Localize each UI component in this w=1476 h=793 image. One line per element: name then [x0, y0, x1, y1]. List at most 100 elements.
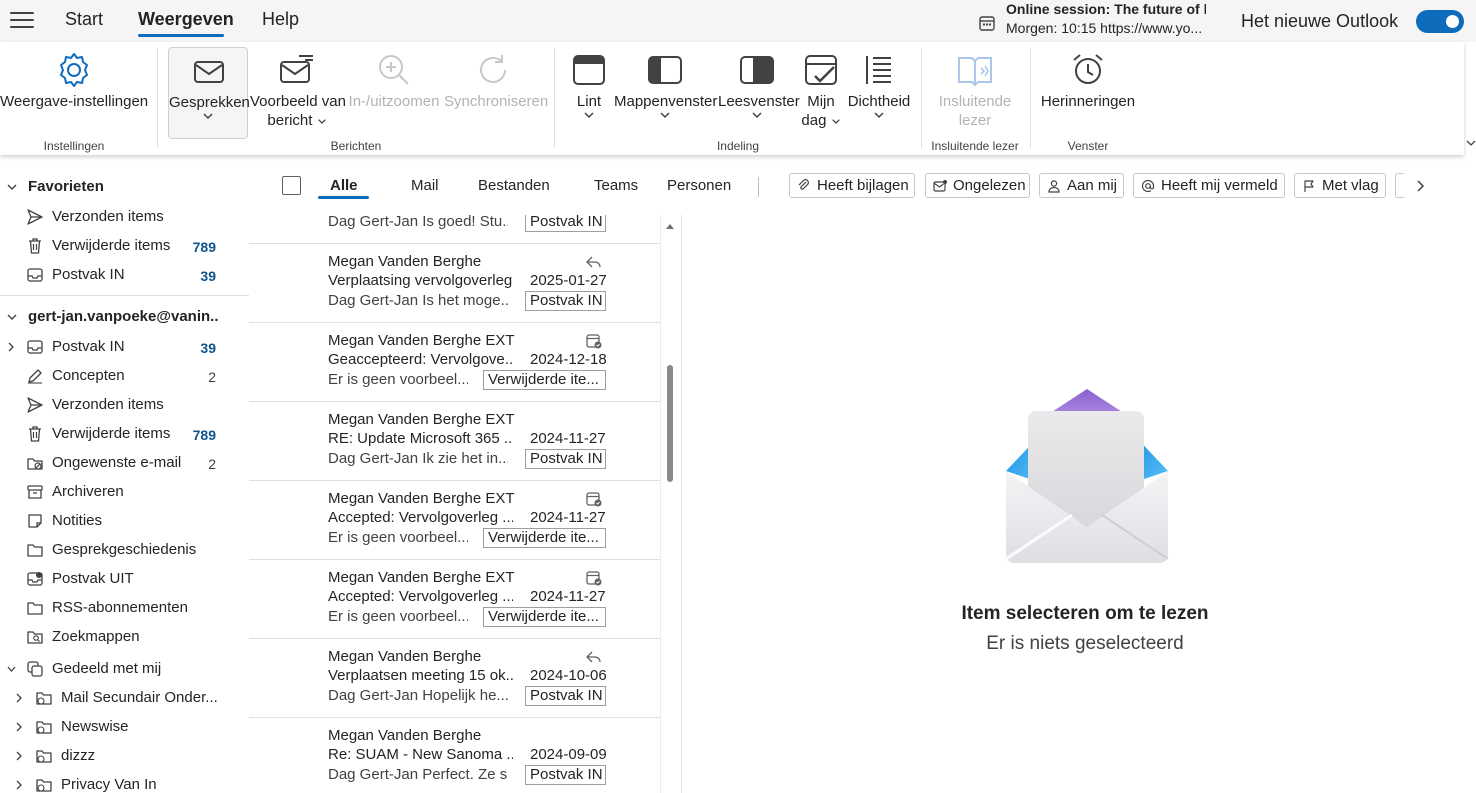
sidebar-item-favorite-deleted[interactable]: Verwijderde items 789 [0, 231, 249, 260]
upcoming-meeting-title[interactable]: Online session: The future of l... [1006, 1, 1206, 17]
sidebar-item-notes[interactable]: Notities [0, 506, 249, 535]
sidebar-item-search-folders[interactable]: Zoekmappen [0, 622, 249, 651]
sidebar-item-archive[interactable]: Archiveren [0, 477, 249, 506]
shared-folder-icon [26, 660, 44, 678]
chevron-down-icon [7, 312, 17, 322]
message-date: 2024-12-18 [530, 351, 607, 368]
ribbon-group-messages: Berichten [330, 139, 382, 153]
message-preview: Dag Gert-Jan Perfect. Ze s... [328, 766, 508, 783]
tab-files[interactable]: Bestanden [478, 177, 550, 194]
sidebar-item-favorite-inbox[interactable]: Postvak IN 39 [0, 260, 249, 289]
envelope-preview-icon [277, 50, 317, 90]
search-folder-icon [26, 628, 44, 646]
message-row[interactable]: Dag Gert-Jan Is goed! Stu... Postvak IN [249, 215, 660, 244]
empty-state-subtitle: Er is niets geselecteerd [986, 633, 1184, 654]
sidebar-item-label: Ongewenste e-mail [52, 454, 182, 471]
filter-to-me[interactable]: Aan mij [1039, 173, 1124, 198]
conversations-button[interactable]: Gesprekken [168, 47, 250, 139]
filter-label: Met vlag [1322, 177, 1379, 194]
item-count: 2 [208, 456, 216, 472]
calendar-accepted-icon [585, 569, 603, 587]
sidebar-item-label: Postvak UIT [52, 570, 134, 587]
sidebar-item-shared-mail-secundair[interactable]: Mail Secundair Onder... [0, 683, 249, 712]
sidebar-item-shared-newswise[interactable]: Newswise [0, 712, 249, 741]
chevron-down-icon [874, 112, 884, 119]
chevron-right-icon[interactable] [15, 751, 24, 761]
scrollbar-thumb[interactable] [667, 365, 673, 482]
sidebar-item-rss[interactable]: RSS-abonnementen [0, 593, 249, 622]
sidebar-item-junk[interactable]: Ongewenste e-mail 2 [0, 448, 249, 477]
filter-has-attachments[interactable]: Heeft bijlagen [789, 173, 915, 198]
tab-people[interactable]: Personen [667, 177, 731, 194]
message-row[interactable]: Megan Vanden Berghe Verplaatsing vervolg… [249, 244, 660, 323]
message-subject: RE: Update Microsoft 365 ... [328, 430, 513, 447]
unread-count: 39 [200, 340, 216, 356]
message-row[interactable]: Megan Vanden Berghe Verplaatsen meeting … [249, 639, 660, 718]
sidebar-item-shared-privacy[interactable]: Privacy Van In [0, 770, 249, 793]
sidebar-item-label: Postvak IN [52, 338, 125, 355]
chevron-right-icon[interactable] [15, 780, 24, 790]
my-day-label: Mijn dag [798, 92, 844, 130]
shared-mailbox-icon [35, 718, 53, 736]
density-label: Dichtheid [846, 92, 912, 119]
sidebar-item-drafts[interactable]: Concepten 2 [0, 361, 249, 390]
sidebar-item-sent[interactable]: Verzonden items [0, 390, 249, 419]
account-section-header[interactable]: gert-jan.vanpoeke@vanin.... [0, 303, 249, 331]
calendar-accepted-icon [585, 490, 603, 508]
folder-pane-icon [645, 50, 685, 90]
new-outlook-toggle[interactable] [1416, 10, 1464, 33]
sidebar-item-label: Mail Secundair Onder... [61, 689, 218, 706]
sidebar-item-conversation-history[interactable]: Gesprekgeschiedenis [0, 535, 249, 564]
sidebar-item-label: Gesprekgeschiedenis [52, 541, 197, 558]
filter-unread[interactable]: Ongelezen [925, 173, 1030, 198]
tab-all[interactable]: Alle [330, 177, 358, 194]
inbox-icon [26, 338, 44, 356]
favorites-section-header[interactable]: Favorieten [0, 173, 249, 201]
menu-tab-start[interactable]: Start [65, 9, 103, 30]
message-folder-tag: Verwijderde ite... [483, 528, 606, 548]
calendar-accepted-icon [585, 332, 603, 350]
tab-mail[interactable]: Mail [411, 177, 439, 194]
sidebar-item-deleted[interactable]: Verwijderde items 789 [0, 419, 249, 448]
chevron-right-icon[interactable] [7, 342, 16, 352]
send-icon [26, 208, 44, 226]
filter-mentions[interactable]: Heeft mij vermeld [1133, 173, 1285, 198]
message-list-scrollbar[interactable] [660, 215, 681, 793]
ribbon-group-immersive-reader: Insluitende lezer [931, 139, 1019, 153]
select-all-checkbox[interactable] [282, 176, 301, 195]
message-row[interactable]: Megan Vanden Berghe EXT Accepted: Vervol… [249, 560, 660, 639]
sidebar-item-outbox[interactable]: Postvak UIT [0, 564, 249, 593]
outlook-window: Start Weergeven Help Online session: The… [0, 0, 1476, 793]
calendar-icon[interactable] [978, 14, 996, 32]
chevron-down-icon [317, 111, 327, 130]
tab-teams[interactable]: Teams [594, 177, 638, 194]
message-row[interactable]: Megan Vanden Berghe EXT Accepted: Vervol… [249, 481, 660, 560]
sidebar-item-shared-dizzz[interactable]: dizzz [0, 741, 249, 770]
message-folder-tag: Postvak IN [525, 215, 606, 232]
upcoming-meeting-time[interactable]: Morgen: 10:15 https://www.yo... [1006, 20, 1206, 36]
item-count: 2 [208, 369, 216, 385]
filter-flagged[interactable]: Met vlag [1294, 173, 1386, 198]
sidebar-item-favorite-sent[interactable]: Verzonden items [0, 202, 249, 231]
ribbon-separator [921, 48, 922, 148]
filter-chip-partial[interactable] [1395, 173, 1405, 198]
message-date: 2025-01-27 [530, 272, 607, 289]
scroll-up-arrow-icon[interactable] [665, 222, 675, 230]
chevron-right-icon[interactable] [15, 722, 24, 732]
message-row[interactable]: Megan Vanden Berghe EXT RE: Update Micro… [249, 402, 660, 481]
hamburger-menu-icon[interactable] [8, 6, 36, 34]
sidebar-item-label: Privacy Van In [61, 776, 157, 793]
message-row[interactable]: Megan Vanden Berghe Re: SUAM - New Sanom… [249, 718, 660, 793]
menu-tab-help[interactable]: Help [262, 9, 299, 30]
message-row[interactable]: Megan Vanden Berghe EXT Geaccepteerd: Ve… [249, 323, 660, 402]
menu-tab-view[interactable]: Weergeven [138, 9, 234, 30]
chevron-right-icon[interactable] [15, 693, 24, 703]
sidebar-item-shared-with-me[interactable]: Gedeeld met mij [0, 654, 249, 683]
chevron-right-icon[interactable] [1413, 177, 1429, 195]
ribbon-separator [157, 48, 158, 148]
alarm-clock-icon [1068, 50, 1108, 90]
sidebar-item-inbox[interactable]: Postvak IN 39 [0, 332, 249, 361]
chevron-down-icon[interactable] [7, 664, 16, 674]
message-sender: Megan Vanden Berghe [328, 253, 482, 270]
ribbon-expand-icon[interactable] [1466, 138, 1476, 148]
